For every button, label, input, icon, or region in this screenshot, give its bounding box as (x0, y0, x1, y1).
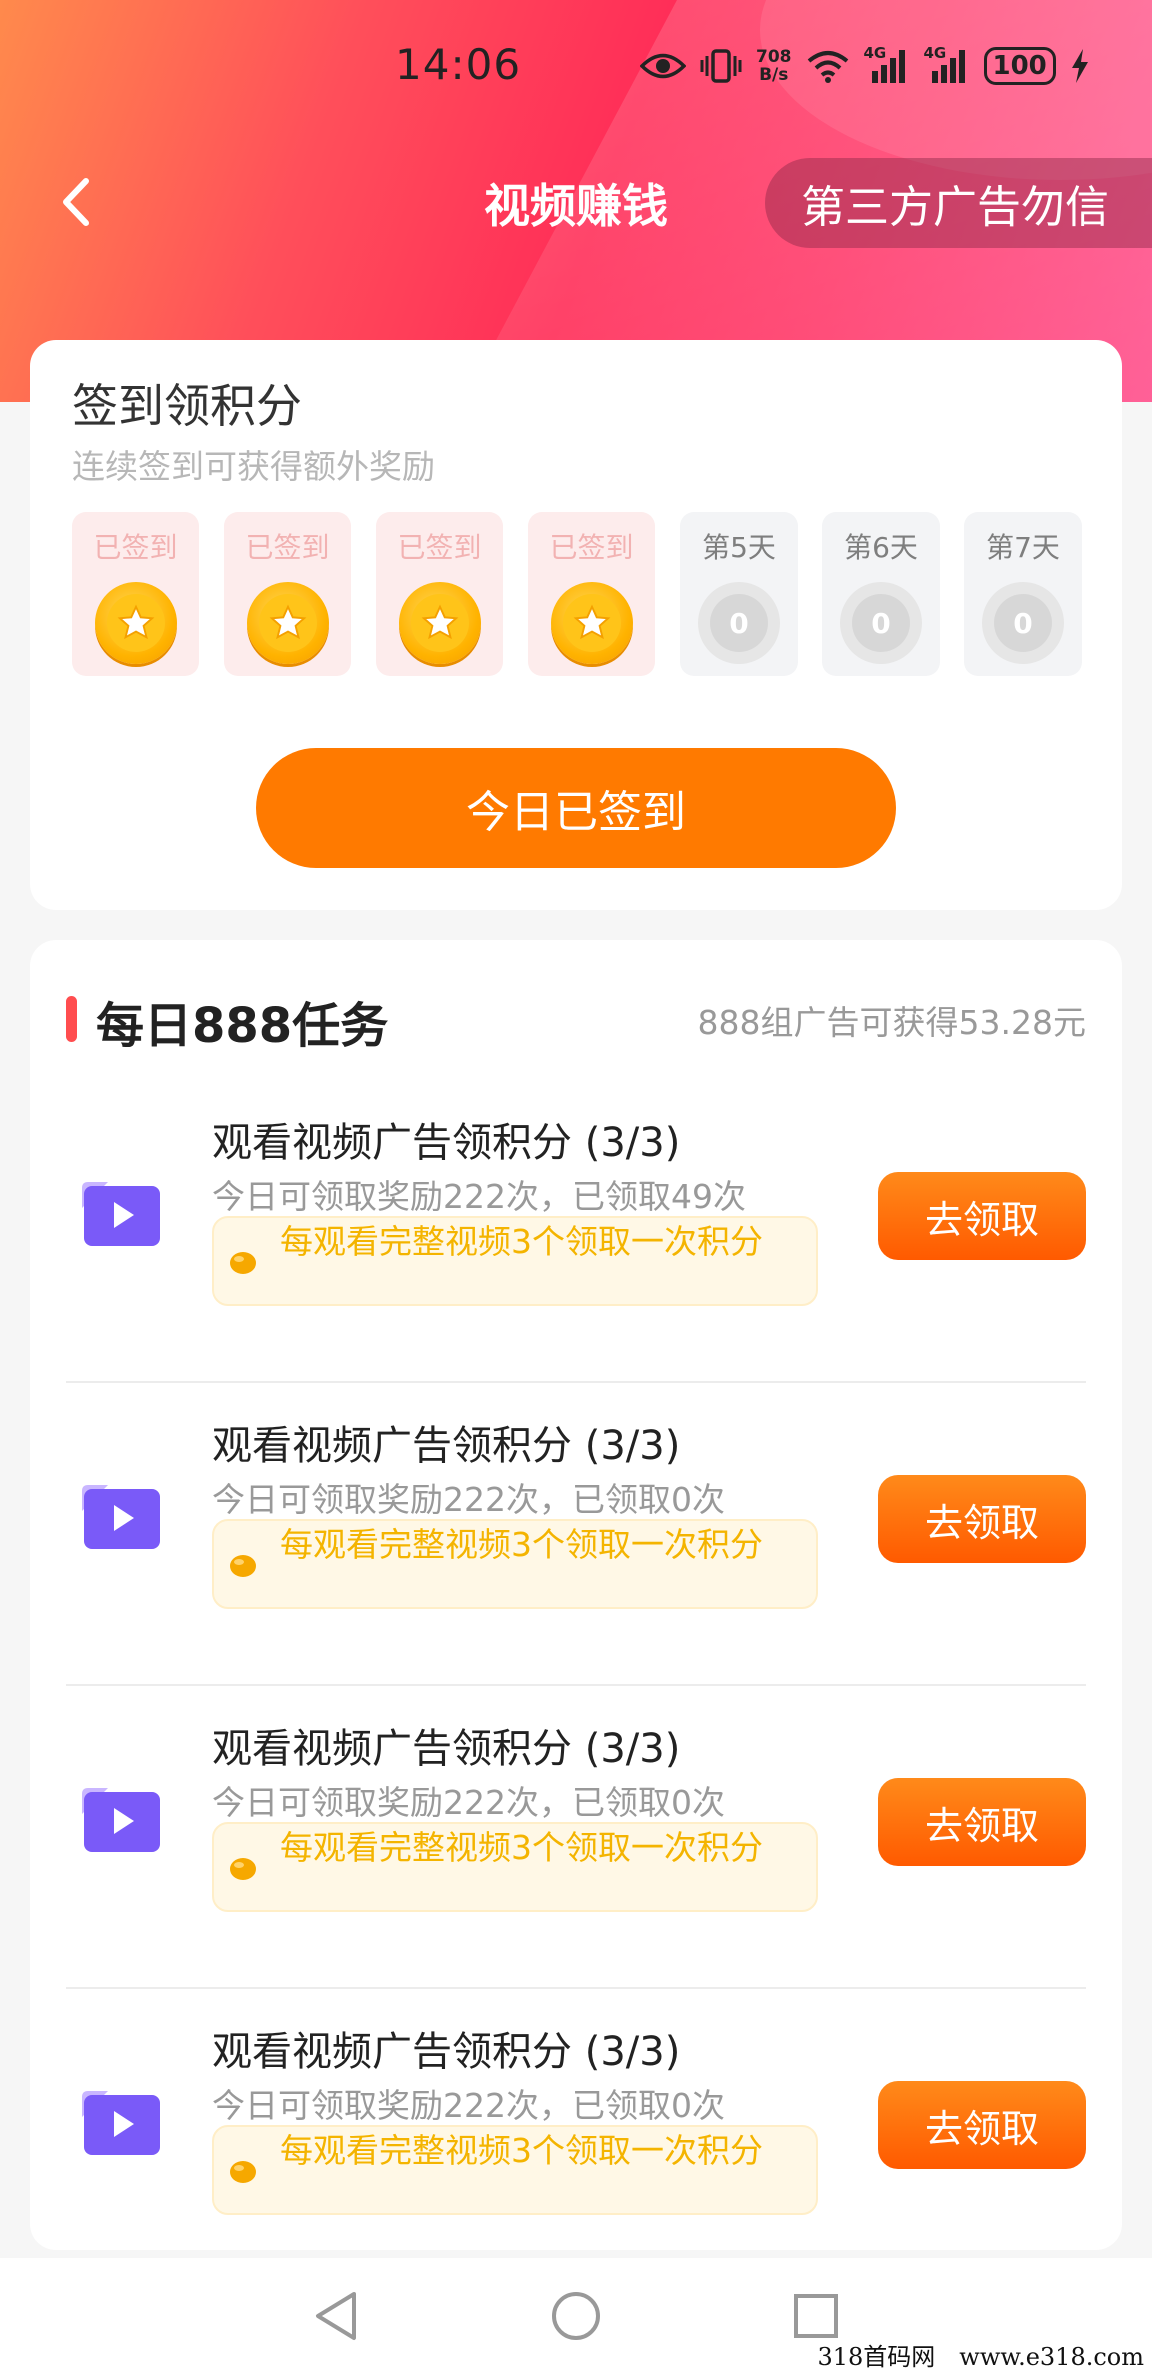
status-bar: 14:06 708 B/s 4G 4G 100 (0, 0, 1152, 130)
coin-value: 0 (852, 594, 910, 652)
gold-coin-icon (246, 582, 329, 664)
task-tip: 每观看完整视频3个领取一次积分 (212, 1822, 818, 1912)
task-tip: 每观看完整视频3个领取一次积分 (212, 2125, 818, 2215)
video-play-icon (82, 1485, 160, 1549)
signal-label: 4G (863, 44, 887, 62)
vibrate-icon (700, 46, 742, 86)
grey-coin-icon: 0 (840, 582, 922, 664)
task-item: 观看视频广告领积分 (3/3) 今日可领取奖励222次，已领取0次 每观看完整视… (30, 1686, 1122, 1989)
task-item: 观看视频广告领积分 (3/3) 今日可领取奖励222次，已领取0次 每观看完整视… (30, 1383, 1122, 1686)
checkin-day-1: 已签到 (72, 512, 199, 676)
watermark: 318首码网 www.e318.com (817, 2343, 1144, 2371)
bean-icon (230, 1252, 256, 1274)
task-tip-text: 每观看完整视频3个领取一次积分 (280, 2131, 763, 2170)
star-icon (573, 604, 610, 640)
claim-button[interactable]: 去领取 (878, 1475, 1086, 1563)
section-marker (66, 996, 77, 1042)
task-tip: 每观看完整视频3个领取一次积分 (212, 1216, 818, 1306)
bean-icon (230, 1858, 256, 1880)
checkin-day-7: 第7天 0 (964, 512, 1082, 676)
grey-coin-icon: 0 (698, 582, 780, 664)
bean-icon (230, 2161, 256, 2183)
eye-icon (640, 46, 686, 86)
claim-button[interactable]: 去领取 (878, 1778, 1086, 1866)
task-description: 今日可领取奖励222次，已领取0次 (212, 1480, 725, 1519)
grey-coin-icon: 0 (982, 582, 1064, 664)
tasks-reward-summary: 888组广告可获得53.28元 (697, 1003, 1086, 1042)
square-recents-icon (794, 2294, 838, 2338)
system-navigation-bar: 318首码网 www.e318.com (0, 2258, 1152, 2376)
gold-coin-icon (398, 582, 481, 664)
star-icon (117, 604, 154, 640)
task-description: 今日可领取奖励222次，已领取49次 (212, 1177, 746, 1216)
video-play-icon (82, 1182, 160, 1246)
battery-indicator: 100 (983, 47, 1056, 85)
system-home-button[interactable] (546, 2286, 606, 2346)
task-item: 观看视频广告领积分 (3/3) 今日可领取奖励222次，已领取0次 每观看完整视… (30, 1989, 1122, 2292)
cellular-signal-icon: 4G (863, 44, 910, 86)
cellular-signal-icon-2: 4G (923, 44, 970, 86)
coin-value: 0 (994, 594, 1052, 652)
checkin-day-6: 第6天 0 (822, 512, 940, 676)
task-tip-text: 每观看完整视频3个领取一次积分 (280, 1525, 763, 1564)
task-item: 观看视频广告领积分 (3/3) 今日可领取奖励222次，已领取49次 每观看完整… (30, 1080, 1122, 1383)
day-label: 第5天 (702, 531, 776, 564)
task-tip-text: 每观看完整视频3个领取一次积分 (280, 1222, 763, 1261)
task-description: 今日可领取奖励222次，已领取0次 (212, 1783, 725, 1822)
checkin-subtitle: 连续签到可获得额外奖励 (72, 447, 435, 486)
coin-value: 0 (710, 594, 768, 652)
task-title: 观看视频广告领积分 (3/3) (212, 1726, 681, 1772)
star-icon (269, 604, 306, 640)
task-title: 观看视频广告领积分 (3/3) (212, 2029, 681, 2075)
status-icons: 708 B/s 4G 4G 100 (640, 44, 1090, 88)
daily-tasks-card: 每日888任务 888组广告可获得53.28元 观看视频广告领积分 (3/3) … (30, 940, 1122, 2250)
circle-home-icon (552, 2292, 600, 2340)
checkin-title: 签到领积分 (72, 379, 302, 433)
video-play-icon (82, 2091, 160, 2155)
day-label: 已签到 (245, 531, 330, 564)
task-title: 观看视频广告领积分 (3/3) (212, 1120, 681, 1166)
video-play-icon (82, 1788, 160, 1852)
checkin-day-4: 已签到 (528, 512, 655, 676)
checkin-today-button[interactable]: 今日已签到 (256, 748, 896, 868)
task-title: 观看视频广告领积分 (3/3) (212, 1423, 681, 1469)
claim-button[interactable]: 去领取 (878, 1172, 1086, 1260)
day-label: 第6天 (844, 531, 918, 564)
gold-coin-icon (550, 582, 633, 664)
checkin-day-2: 已签到 (224, 512, 351, 676)
triangle-back-icon (316, 2292, 356, 2340)
claim-button[interactable]: 去领取 (878, 2081, 1086, 2169)
ad-warning-badge: 第三方广告勿信 (765, 158, 1152, 248)
bean-icon (230, 1555, 256, 1577)
task-description: 今日可领取奖励222次，已领取0次 (212, 2086, 725, 2125)
star-icon (421, 604, 458, 640)
day-label: 已签到 (549, 531, 634, 564)
signal-label: 4G (923, 44, 947, 62)
checkin-day-5: 第5天 0 (680, 512, 798, 676)
status-time: 14:06 (395, 40, 522, 89)
charging-icon (1070, 46, 1090, 86)
network-speed: 708 B/s (756, 46, 792, 86)
day-label: 已签到 (397, 531, 482, 564)
wifi-icon (806, 46, 850, 86)
task-tip: 每观看完整视频3个领取一次积分 (212, 1519, 818, 1609)
network-speed-unit: B/s (759, 65, 789, 85)
gold-coin-icon (94, 582, 177, 664)
system-back-button[interactable] (306, 2286, 366, 2346)
day-label: 第7天 (986, 531, 1060, 564)
task-tip-text: 每观看完整视频3个领取一次积分 (280, 1828, 763, 1867)
tasks-title: 每日888任务 (96, 998, 389, 1054)
network-speed-value: 708 (756, 47, 792, 67)
checkin-card: 签到领积分 连续签到可获得额外奖励 已签到 已签到 已签到 已签到 第5天 0 … (30, 340, 1122, 910)
checkin-day-3: 已签到 (376, 512, 503, 676)
day-label: 已签到 (93, 531, 178, 564)
